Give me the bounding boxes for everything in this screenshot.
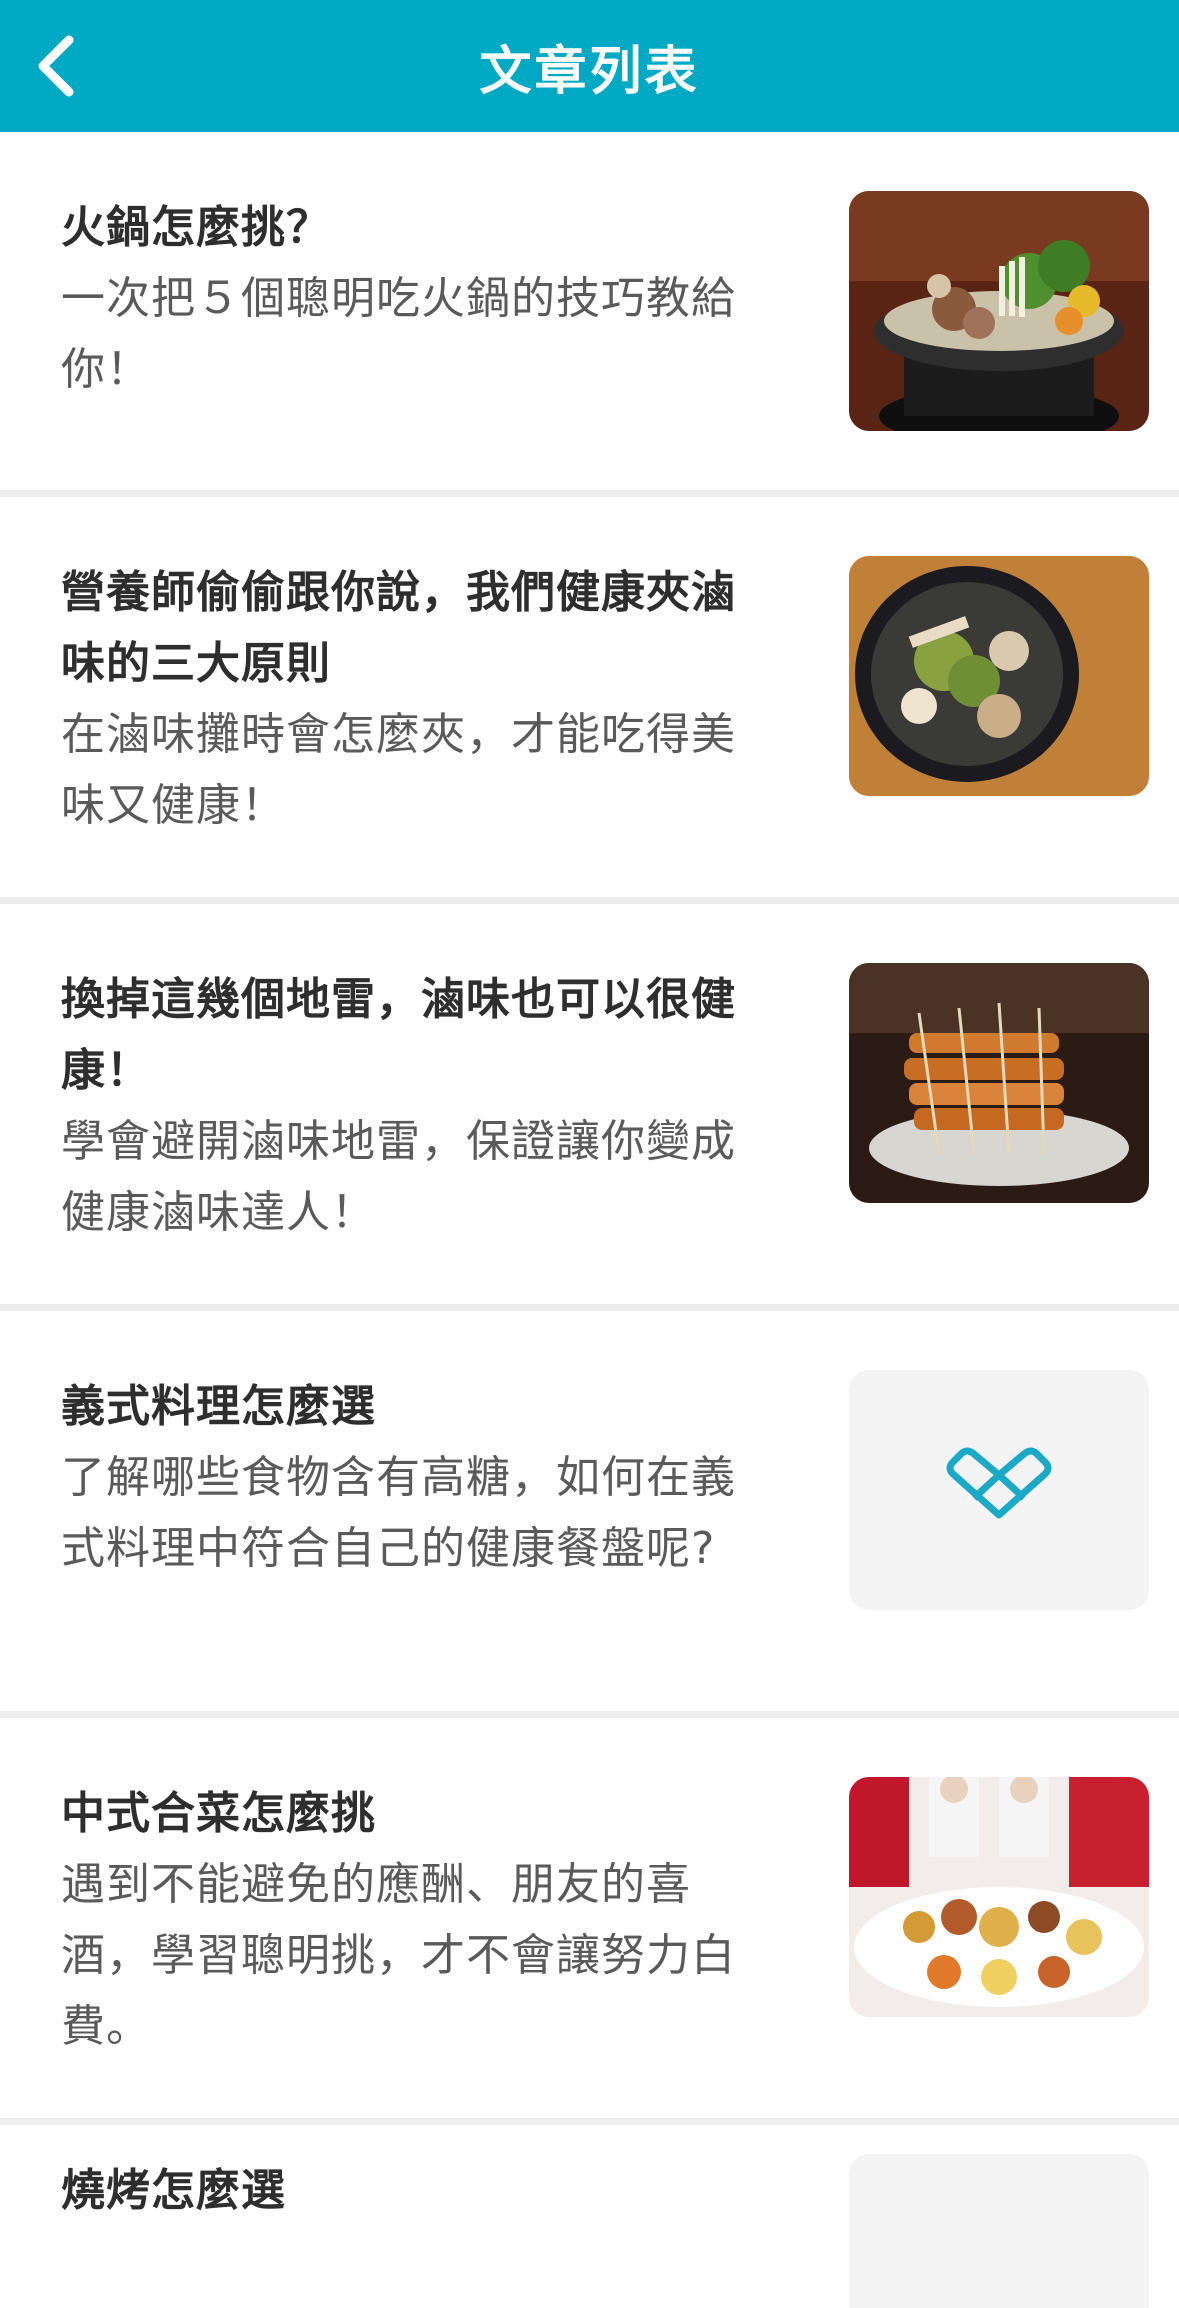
app-logo-icon	[946, 1447, 1052, 1519]
article-subtitle: 了解哪些食物含有高糖，如何在義式料理中符合自己的健康餐盤呢?	[61, 1452, 736, 1574]
braised-dish-photo	[849, 556, 1149, 796]
chevron-left-icon	[38, 35, 74, 97]
article-title: 義式料理怎麼選	[61, 1381, 376, 1432]
skewers-photo	[849, 963, 1149, 1203]
article-subtitle: 遇到不能避免的應酬、朋友的喜酒，學習聰明挑，才不會讓努力白費。	[61, 1859, 736, 2052]
article-item[interactable]: 火鍋怎麼挑？ 一次把５個聰明吃火鍋的技巧教給你！	[0, 132, 1179, 490]
article-thumbnail-braised	[849, 556, 1149, 796]
article-subtitle: 學會避開滷味地雷，保證讓你變成健康滷味達人！	[61, 1116, 736, 1238]
article-title: 營養師偷偷跟你說，我們健康夾滷味的三大原則	[61, 567, 736, 689]
article-thumbnail-hotpot	[849, 191, 1149, 431]
article-subtitle: 一次把５個聰明吃火鍋的技巧教給你！	[61, 273, 736, 395]
article-title: 中式合菜怎麼挑	[61, 1788, 376, 1839]
article-item[interactable]: 換掉這幾個地雷，滷味也可以很健康！ 學會避開滷味地雷，保證讓你變成健康滷味達人！	[0, 904, 1179, 1304]
article-thumbnail-skewers	[849, 963, 1149, 1203]
article-item[interactable]: 營養師偷偷跟你說，我們健康夾滷味的三大原則 在滷味攤時會怎麼夾，才能吃得美味又健…	[0, 497, 1179, 897]
hotpot-photo	[849, 191, 1149, 431]
top-bar: 文章列表	[0, 0, 1179, 132]
article-thumbnail-placeholder	[849, 2154, 1149, 2308]
article-thumbnail-banquet	[849, 1777, 1149, 2017]
article-item[interactable]: 義式料理怎麼選 了解哪些食物含有高糖，如何在義式料理中符合自己的健康餐盤呢?	[0, 1311, 1179, 1711]
article-subtitle: 在滷味攤時會怎麼夾，才能吃得美味又健康！	[61, 709, 736, 831]
article-thumbnail-placeholder	[849, 1370, 1149, 1610]
article-title: 燒烤怎麼選	[61, 2165, 286, 2216]
article-title: 火鍋怎麼挑？	[61, 202, 331, 253]
banquet-photo	[849, 1777, 1149, 2017]
article-title: 換掉這幾個地雷，滷味也可以很健康！	[61, 974, 736, 1096]
article-item[interactable]: 燒烤怎麼選	[0, 2125, 1179, 2308]
page-title: 文章列表	[479, 41, 700, 102]
article-item[interactable]: 中式合菜怎麼挑 遇到不能避免的應酬、朋友的喜酒，學習聰明挑，才不會讓努力白費。	[0, 1718, 1179, 2118]
back-button[interactable]	[18, 28, 94, 104]
